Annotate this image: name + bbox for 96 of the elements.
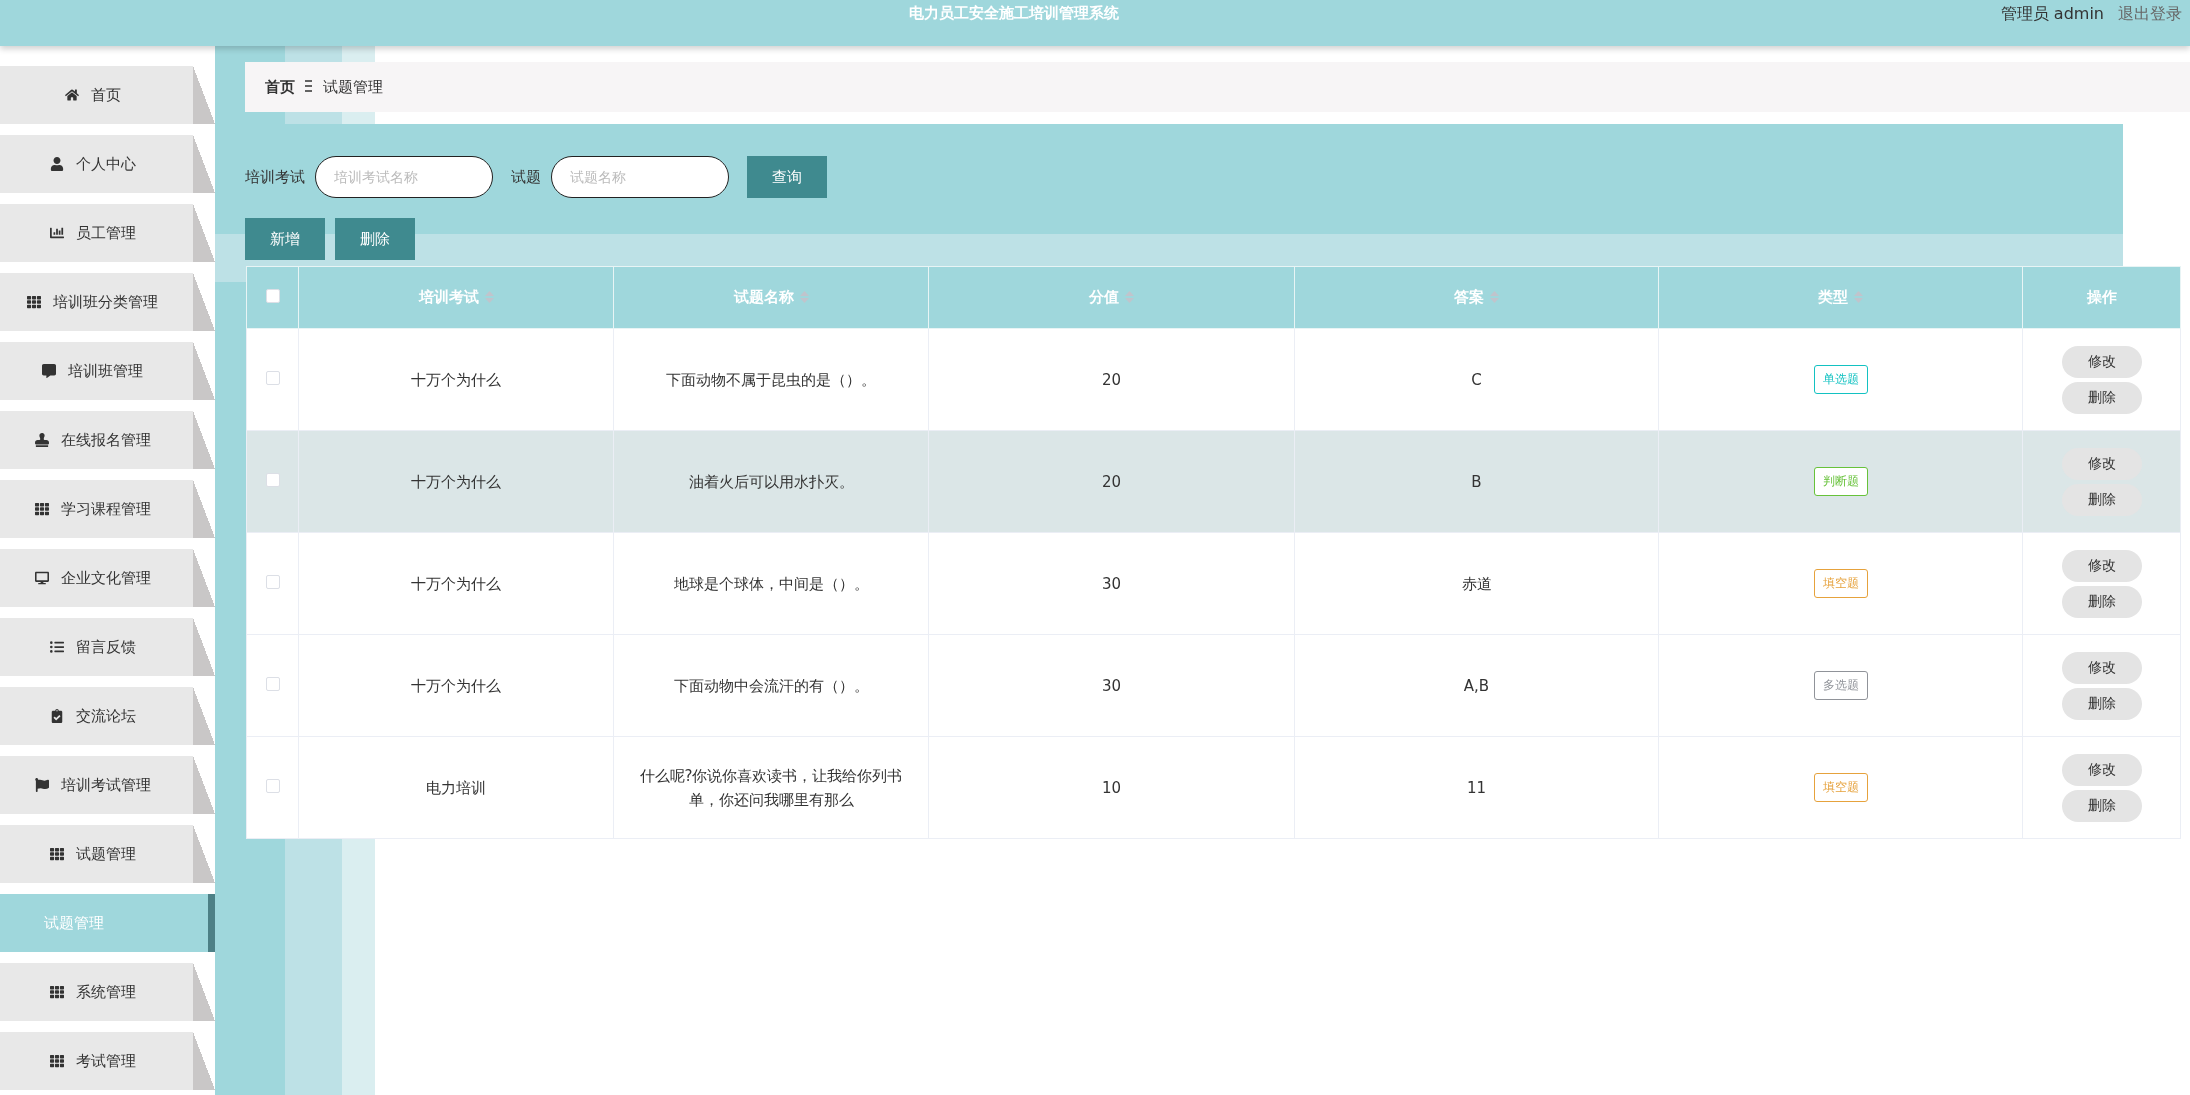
flag-icon [34, 778, 49, 792]
sidebar-item-label: 个人中心 [75, 154, 136, 174]
breadcrumb-link[interactable]: 首页 [265, 77, 295, 97]
row-checkbox[interactable] [265, 778, 280, 793]
edit-button[interactable]: 修改 [2061, 447, 2142, 480]
delete-button[interactable]: 删除 [2061, 687, 2142, 720]
type-tag: 单选题 [1813, 364, 1868, 395]
sidebar-item-label: 系统管理 [75, 982, 136, 1002]
sidebar-item[interactable]: 在线报名管理 [0, 411, 215, 469]
sidebar-item-label: 交流论坛 [75, 706, 136, 726]
sidebar-item[interactable]: 员工管理 [0, 204, 215, 262]
column-header: 操作 [2022, 266, 2181, 329]
sidebar-item-label: 试题管理 [75, 844, 136, 864]
sidebar-item-label: 企业文化管理 [60, 568, 151, 588]
bar-chart-icon [49, 226, 64, 240]
table-cell: 下面动物中会流汗的有（）。 [613, 634, 929, 737]
table-cell: 地球是个球体，中间是（）。 [613, 532, 929, 635]
sidebar-item[interactable]: 试题管理 [0, 825, 215, 883]
search-field[interactable]: 培训考试名称 [315, 156, 493, 198]
user-icon [49, 157, 64, 171]
table-cell: 11 [1294, 736, 1659, 839]
grid-icon [27, 295, 41, 309]
edit-button[interactable]: 修改 [2061, 549, 2142, 582]
sidebar-item-label: 考试管理 [75, 1051, 136, 1071]
table-cell: 油着火后可以用水扑灭。 [613, 430, 929, 533]
sidebar-item-label: 在线报名管理 [60, 430, 151, 450]
table-cell: 20 [928, 430, 1295, 533]
sidebar-item[interactable]: 培训班管理 [0, 342, 215, 400]
table-cell: 30 [928, 634, 1295, 737]
search-field[interactable]: 试题名称 [551, 156, 729, 198]
sidebar-item-label: 培训班管理 [68, 361, 143, 381]
sidebar-item[interactable]: 培训考试管理 [0, 756, 215, 814]
home-icon [64, 88, 79, 102]
clipboard-icon [49, 709, 64, 723]
grid-icon [34, 502, 49, 516]
table-cell: 30 [928, 532, 1295, 635]
list-icon [49, 640, 64, 654]
monitor-icon [34, 571, 49, 585]
sidebar-item[interactable]: 留言反馈 [0, 618, 215, 676]
select-all-checkbox[interactable] [265, 288, 280, 303]
row-checkbox[interactable] [265, 574, 280, 589]
row-checkbox[interactable] [265, 472, 280, 487]
table-cell: 下面动物不属于昆虫的是（）。 [613, 328, 929, 431]
edit-button[interactable]: 修改 [2061, 753, 2142, 786]
table-cell: B [1294, 430, 1659, 533]
type-tag: 多选题 [1813, 670, 1868, 701]
table-cell: 电力培训 [298, 736, 614, 839]
logout-link[interactable]: 退出登录 [2118, 4, 2182, 25]
sidebar-item-label: 学习课程管理 [60, 499, 151, 519]
table-cell: 十万个为什么 [298, 532, 614, 635]
delete-button[interactable]: 删除 [335, 218, 415, 260]
grid-icon [49, 985, 64, 999]
search-label: 培训考试 [245, 167, 305, 187]
search-label: 试题 [511, 167, 541, 187]
sidebar-item[interactable]: 考试管理 [0, 1032, 215, 1090]
table-cell: A,B [1294, 634, 1659, 737]
delete-button[interactable]: 删除 [2061, 789, 2142, 822]
query-button[interactable]: 查询 [747, 156, 827, 198]
table-cell: 20 [928, 328, 1295, 431]
sidebar-item-label: 培训考试管理 [60, 775, 151, 795]
sidebar-item[interactable]: 企业文化管理 [0, 549, 215, 607]
sidebar-item[interactable]: 首页 [0, 66, 215, 124]
sidebar-item[interactable]: 系统管理 [0, 963, 215, 1021]
stamp-icon [34, 433, 49, 447]
chat-icon [42, 364, 56, 378]
sidebar-item-label: 首页 [90, 85, 121, 105]
table-cell: 十万个为什么 [298, 634, 614, 737]
table-cell: 赤道 [1294, 532, 1659, 635]
type-tag: 填空题 [1813, 772, 1868, 803]
sidebar-item-label: 培训班分类管理 [53, 292, 158, 312]
row-checkbox[interactable] [265, 676, 280, 691]
delete-button[interactable]: 删除 [2061, 483, 2142, 516]
grid-icon [49, 1054, 64, 1068]
table-cell: 什么呢?你说你喜欢读书，让我给你列书单，你还问我哪里有那么 [613, 736, 929, 839]
sidebar-item[interactable]: 学习课程管理 [0, 480, 215, 538]
breadcrumb-current: 试题管理 [323, 77, 383, 97]
table-cell: 十万个为什么 [298, 328, 614, 431]
grid-icon [49, 847, 64, 861]
delete-button[interactable]: 删除 [2061, 381, 2142, 414]
type-tag: 填空题 [1813, 568, 1868, 599]
sidebar-item-label: 员工管理 [75, 223, 136, 243]
edit-button[interactable]: 修改 [2061, 345, 2142, 378]
add-button[interactable]: 新增 [245, 218, 325, 260]
table-cell: 10 [928, 736, 1295, 839]
sidebar-item[interactable]: 培训班分类管理 [0, 273, 215, 331]
app-title: 电力员工安全施工培训管理系统 [908, 4, 1121, 23]
row-checkbox[interactable] [265, 370, 280, 385]
table-cell: C [1294, 328, 1659, 431]
sidebar-item[interactable]: 交流论坛 [0, 687, 215, 745]
edit-button[interactable]: 修改 [2061, 651, 2142, 684]
type-tag: 判断题 [1813, 466, 1868, 497]
sidebar-item[interactable]: 个人中心 [0, 135, 215, 193]
delete-button[interactable]: 删除 [2061, 585, 2142, 618]
sidebar-item-label: 留言反馈 [75, 637, 136, 657]
table-cell: 十万个为什么 [298, 430, 614, 533]
user-name: 管理员 admin [2000, 4, 2104, 25]
